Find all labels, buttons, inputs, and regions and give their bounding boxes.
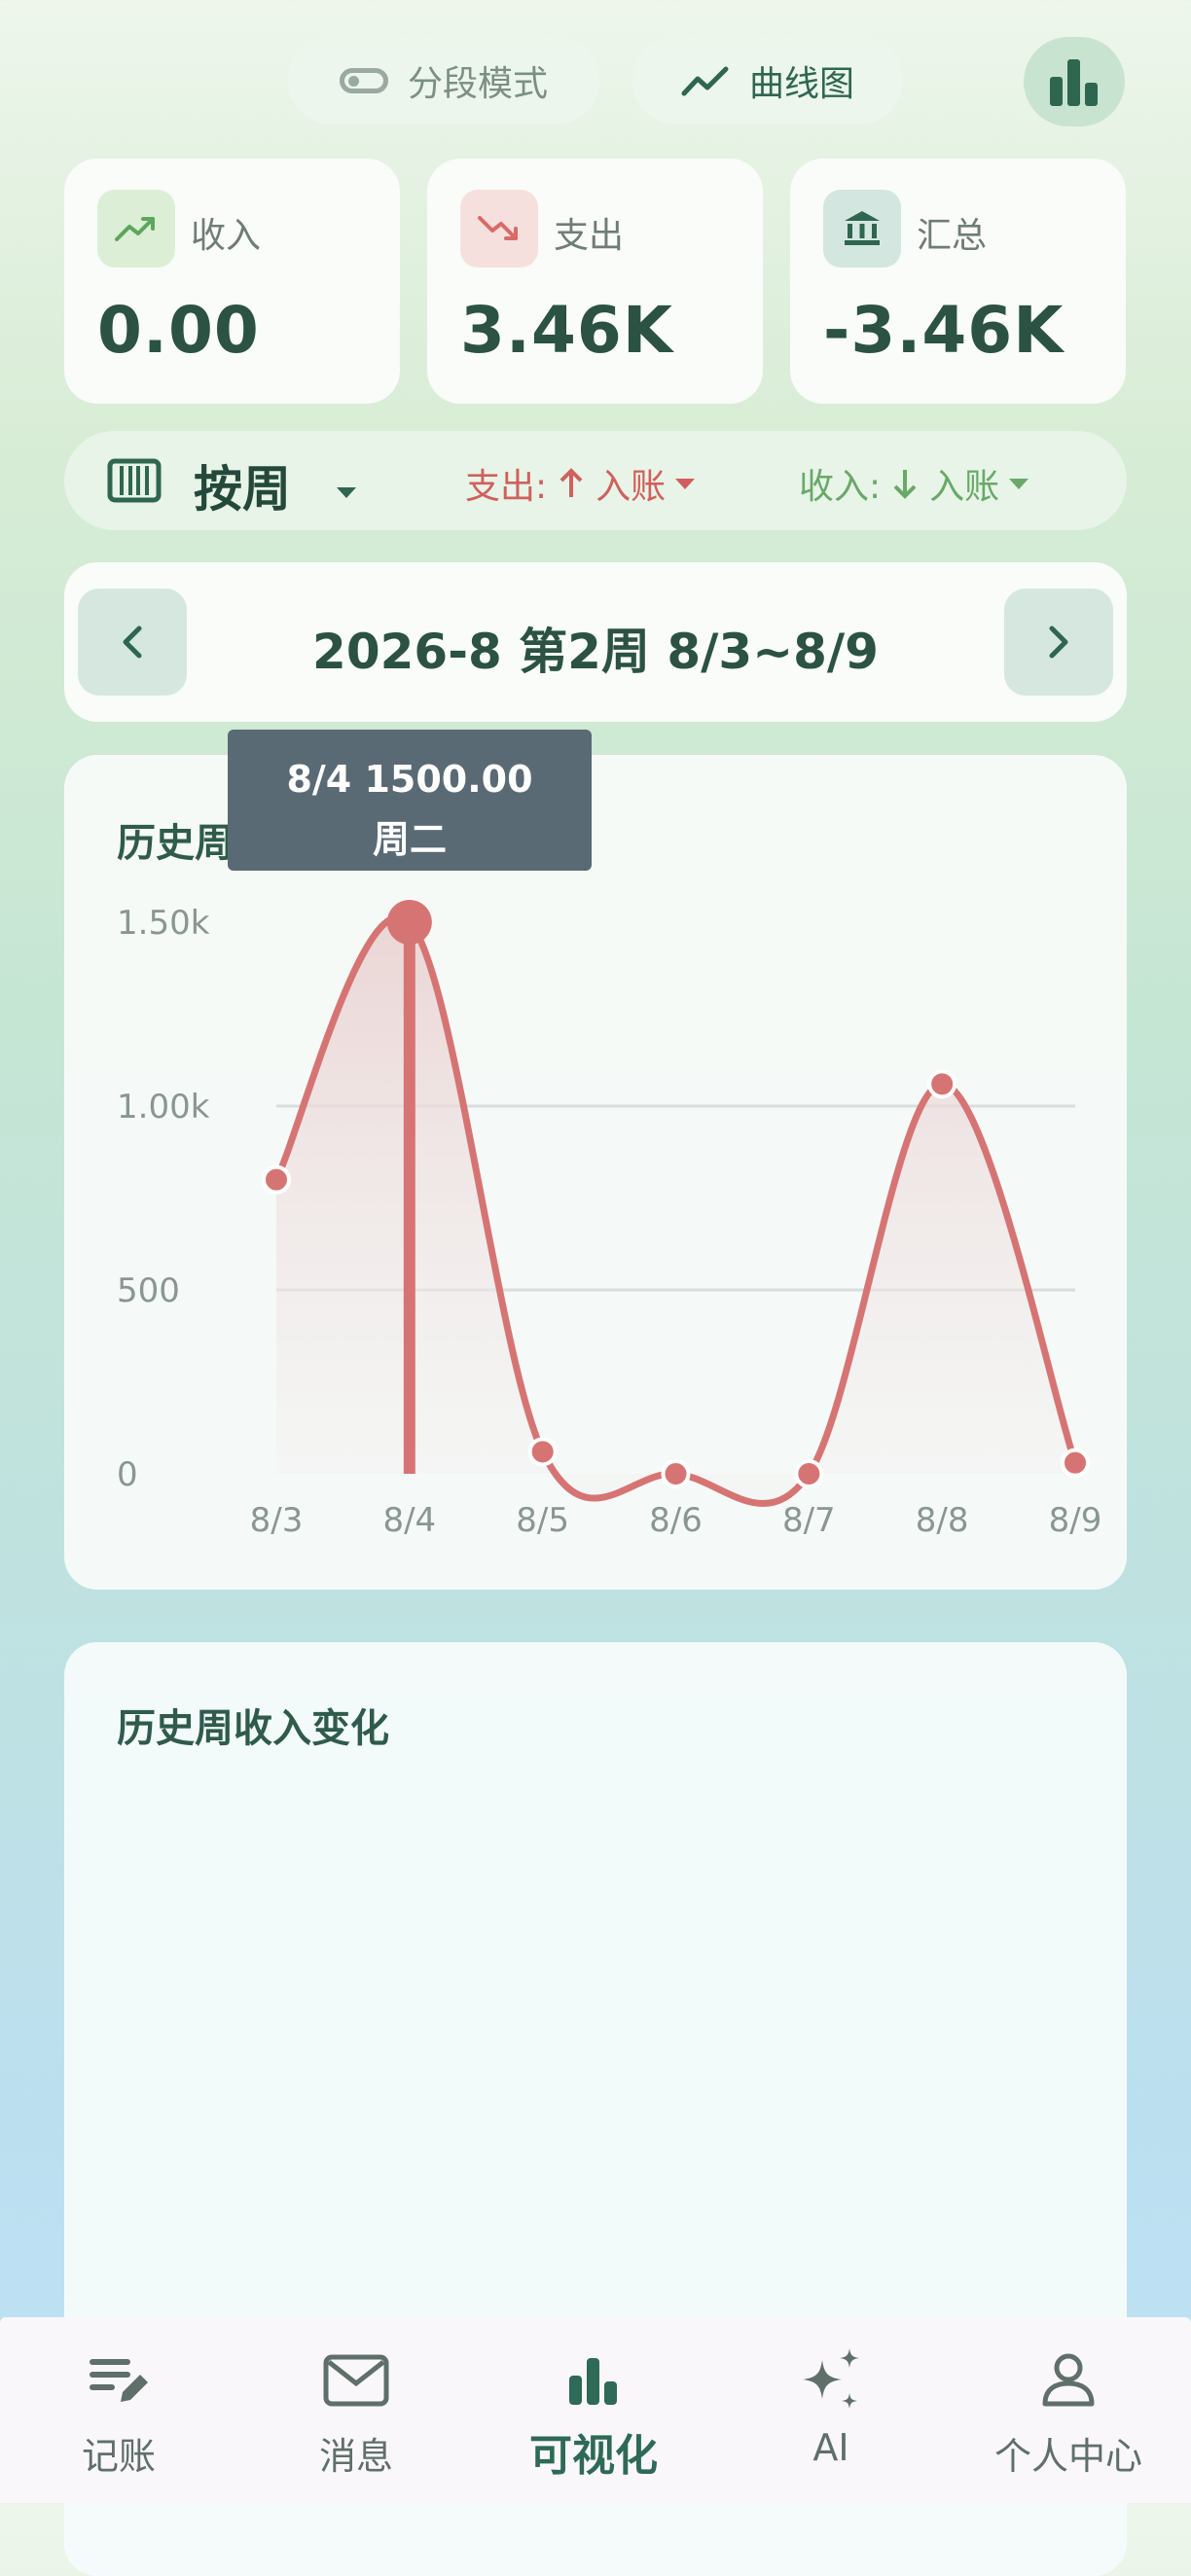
sparkle-icon [803, 2348, 859, 2409]
x-tick-label: 8/9 [1049, 1501, 1102, 1540]
y-tick-label: 1.50k [117, 904, 210, 943]
x-tick-label: 8/7 [782, 1501, 836, 1540]
nav-item-ai[interactable]: AI [712, 2317, 950, 2503]
y-tick-label: 1.00k [117, 1088, 210, 1127]
nav-item-messages[interactable]: 消息 [237, 2317, 475, 2503]
mail-icon [323, 2354, 389, 2407]
nav-label: 记账 [81, 2435, 156, 2478]
data-point[interactable] [1061, 1448, 1090, 1478]
income-chart-title: 历史周收入变化 [117, 1706, 389, 1751]
edit-note-icon [90, 2359, 148, 2402]
nav-label: 可视化 [529, 2431, 658, 2481]
data-point[interactable] [794, 1459, 824, 1488]
nav-label: AI [812, 2426, 849, 2469]
nav-item-profile[interactable]: 个人中心 [950, 2317, 1187, 2503]
y-tick-label: 500 [117, 1271, 180, 1310]
chart-tooltip: 8/4 1500.00 周二 [228, 730, 592, 871]
expense-line-chart[interactable]: 0 500 1.00k 1.50k 8/3 8/4 8/5 8/6 8/7 8/8 8/9 [0, 0, 1191, 1654]
nav-label: 消息 [318, 2435, 393, 2478]
x-tick-label: 8/4 [382, 1501, 436, 1540]
nav-item-visualization[interactable]: 可视化 [475, 2317, 712, 2503]
tooltip-weekday: 周二 [372, 818, 447, 861]
person-icon [1042, 2353, 1095, 2407]
tooltip-value: 8/4 1500.00 [286, 758, 533, 801]
nav-item-bookkeeping[interactable]: 记账 [0, 2317, 237, 2503]
x-tick-label: 8/6 [649, 1501, 703, 1540]
data-point[interactable] [661, 1459, 691, 1488]
bottom-navigation: 记账 消息 可视化 AI 个人中心 [0, 2317, 1191, 2503]
nav-label: 个人中心 [993, 2435, 1142, 2478]
series-area [276, 916, 1075, 1504]
x-tick-label: 8/3 [250, 1501, 304, 1540]
data-point[interactable] [927, 1069, 957, 1099]
bar-chart-icon [569, 2358, 617, 2405]
x-tick-label: 8/8 [916, 1501, 969, 1540]
selected-data-point[interactable] [386, 900, 432, 945]
data-point[interactable] [527, 1437, 558, 1467]
y-tick-label: 0 [117, 1455, 138, 1494]
data-point[interactable] [262, 1164, 291, 1195]
x-tick-label: 8/5 [516, 1501, 569, 1540]
